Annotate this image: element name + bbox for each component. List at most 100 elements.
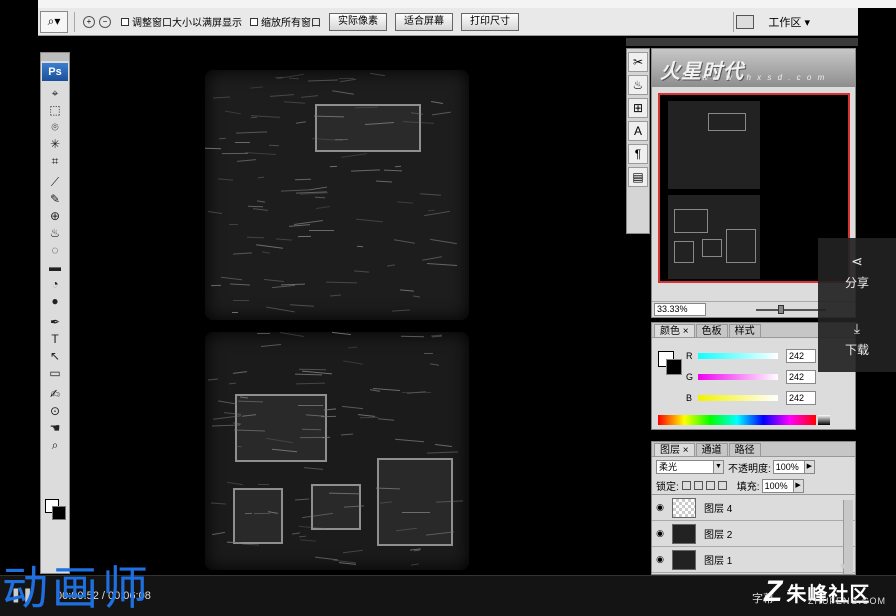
blend-mode-dropdown[interactable]: 柔光 ▼: [656, 460, 724, 474]
texture-scratch: [217, 178, 234, 181]
texture-scratch: [314, 196, 326, 199]
zoom-tool-preset[interactable]: ⌕▾: [40, 10, 68, 33]
fill-field[interactable]: 100% ▶: [761, 478, 804, 493]
color-background-swatch[interactable]: [666, 359, 682, 375]
texture-scratch: [257, 176, 265, 179]
navigator-zoom-field[interactable]: 33.33%: [654, 303, 706, 316]
chevron-right-icon: ▶: [792, 479, 803, 492]
tool-button[interactable]: ◌: [42, 242, 68, 259]
texture-scratch: [256, 200, 266, 203]
tool-button[interactable]: ⊙: [42, 403, 68, 420]
checkbox-box[interactable]: [121, 17, 129, 26]
tool-button[interactable]: ◔: [42, 276, 68, 293]
print-size-button[interactable]: 打印尺寸: [461, 12, 519, 31]
tool-presets-icon[interactable]: ✂: [628, 52, 648, 72]
layer-row[interactable]: ◉ 图层 1: [652, 547, 855, 573]
channel-value-field[interactable]: 242: [786, 349, 816, 363]
eye-icon[interactable]: ◉: [652, 554, 668, 565]
document-canvas[interactable]: [204, 70, 473, 570]
share-button[interactable]: ⋖ 分享: [818, 238, 896, 305]
texture-scratch: [386, 264, 396, 267]
download-button[interactable]: ⤓ 下载: [818, 305, 896, 372]
palette-well-icon[interactable]: [736, 15, 755, 29]
panel-tab[interactable]: 通道: [695, 443, 728, 456]
panel-tab[interactable]: 色板: [695, 324, 728, 337]
tool-button[interactable]: ♨: [42, 225, 68, 242]
tool-button[interactable]: ↖: [42, 348, 68, 365]
texture-scratch: [377, 418, 395, 421]
tool-button[interactable]: ✳: [42, 136, 68, 153]
actual-pixels-button[interactable]: 实际像素: [329, 12, 387, 31]
texture-scratch: [289, 304, 315, 307]
channel-slider[interactable]: [698, 395, 778, 401]
tool-button[interactable]: ▬: [42, 259, 68, 276]
tool-button[interactable]: ✎: [42, 191, 68, 208]
eye-icon[interactable]: ◉: [652, 502, 668, 513]
background-color-swatch[interactable]: [52, 506, 66, 520]
texture-scratch: [252, 208, 269, 211]
layer-row[interactable]: ◉ 图层 4: [652, 495, 855, 521]
texture-scratch: [235, 131, 268, 134]
resize-window-checkbox[interactable]: 调整窗口大小以满屏显示: [121, 14, 242, 29]
fit-screen-button[interactable]: 适合屏幕: [395, 12, 453, 31]
tool-button[interactable]: ⟋: [42, 174, 68, 191]
checkbox-box[interactable]: [250, 17, 258, 26]
channel-value-field[interactable]: 242: [786, 370, 816, 384]
layer-name: 图层 1: [704, 556, 733, 567]
lock-pixels-icon[interactable]: [693, 481, 703, 490]
navigator-zoom-slider[interactable]: [756, 304, 826, 314]
tool-button[interactable]: ●: [42, 293, 68, 310]
paragraph-icon[interactable]: ¶: [628, 144, 648, 164]
tool-button[interactable]: ⊕: [42, 208, 68, 225]
layer-row[interactable]: ◉ 图层 2: [652, 521, 855, 547]
lock-all-icon[interactable]: [717, 481, 727, 490]
panel-tab[interactable]: 图层 ×: [654, 443, 695, 456]
texture-scratch: [231, 311, 239, 314]
layer-comps-icon[interactable]: ▤: [628, 167, 648, 187]
texture-scratch: [294, 178, 312, 181]
photoshop-logo[interactable]: Ps: [42, 63, 68, 81]
channel-value-field[interactable]: 242: [786, 391, 816, 405]
tool-button[interactable]: ⌖: [42, 85, 68, 102]
lock-transparency-icon[interactable]: [681, 481, 691, 490]
panel-tab[interactable]: 路径: [728, 443, 761, 456]
opacity-field[interactable]: 100% ▶: [772, 460, 815, 474]
palette-grip[interactable]: [41, 53, 69, 61]
panel-tab[interactable]: 样式: [728, 324, 761, 337]
tool-button[interactable]: T: [42, 331, 68, 348]
color-channel-g: G 242: [686, 370, 856, 384]
tool-button[interactable]: ⌗: [42, 153, 68, 170]
texture-scratch: [229, 283, 251, 286]
eye-icon[interactable]: ◉: [652, 528, 668, 539]
layer-thumbnail: [672, 497, 696, 518]
texture-scratch: [343, 549, 363, 554]
tool-button[interactable]: ⌾: [42, 119, 68, 136]
slider-knob[interactable]: [778, 304, 784, 314]
tool-button[interactable]: ✒: [42, 314, 68, 331]
layer-lock-controls: 锁定: 填充: 100% ▶: [652, 477, 855, 495]
zoom-out-icon[interactable]: −: [99, 15, 111, 28]
brushes-icon[interactable]: ♨: [628, 75, 648, 95]
lock-position-icon[interactable]: [705, 481, 715, 490]
tool-button[interactable]: ▭: [42, 365, 68, 382]
channel-slider[interactable]: [698, 374, 778, 380]
panel-tab[interactable]: 颜色 ×: [654, 324, 695, 337]
clone-source-icon[interactable]: ⊞: [628, 98, 648, 118]
tool-button[interactable]: ☚: [42, 420, 68, 437]
texture-scratch: [316, 206, 330, 209]
texture-scratch: [275, 238, 293, 241]
workspace-menu[interactable]: 工作区 ▾: [736, 12, 810, 32]
black-white-ramp[interactable]: [818, 415, 830, 425]
tool-button[interactable]: ⬚: [42, 102, 68, 119]
character-icon[interactable]: A: [628, 121, 648, 141]
texture-scratch: [204, 147, 222, 150]
color-spectrum-bar[interactable]: [658, 415, 816, 425]
texture-scratch: [228, 223, 239, 226]
palette-dock-grip[interactable]: [626, 38, 858, 46]
tool-button[interactable]: ✍: [42, 386, 68, 403]
fill-label: 填充:: [736, 482, 760, 493]
channel-slider[interactable]: [698, 353, 778, 359]
zoom-all-windows-checkbox[interactable]: 缩放所有窗口: [250, 14, 321, 29]
tool-button[interactable]: ⌕: [42, 437, 68, 454]
zoom-in-icon[interactable]: +: [83, 15, 95, 28]
